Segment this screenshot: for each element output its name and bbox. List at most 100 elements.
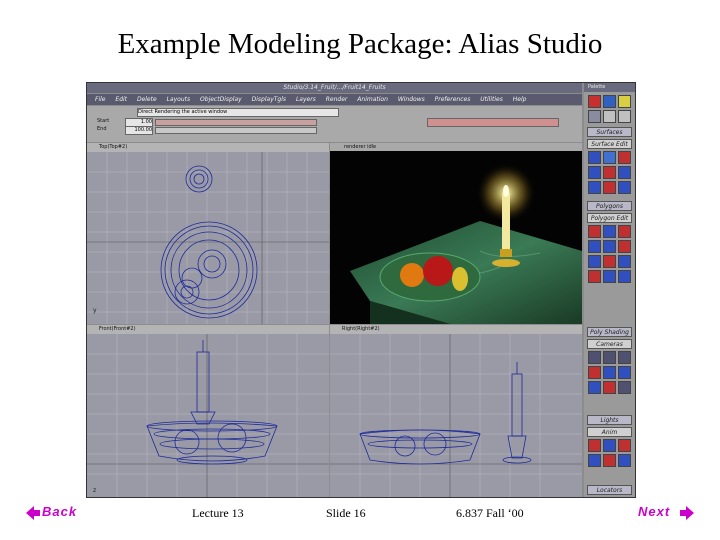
- palette-tool-icon[interactable]: [603, 225, 616, 238]
- palette-tool-icon[interactable]: [618, 166, 631, 179]
- palette-tool-icon[interactable]: [588, 240, 601, 253]
- slide-title: Example Modeling Package: Alias Studio: [117, 28, 603, 60]
- time-slider[interactable]: [155, 119, 317, 126]
- palette-tab-polygon-edit[interactable]: Polygon Edit: [587, 213, 632, 223]
- palette-tab-cameras[interactable]: Cameras: [587, 339, 632, 349]
- palette-tool-icon[interactable]: [603, 110, 616, 123]
- palette-tool-icon[interactable]: [588, 95, 601, 108]
- right-view[interactable]: Right(Right#2): [330, 325, 582, 497]
- range-slider[interactable]: [155, 127, 317, 134]
- palette-tool-icon[interactable]: [618, 351, 631, 364]
- palette-tool-icon[interactable]: [618, 439, 631, 452]
- palette-tool-icon[interactable]: [603, 255, 616, 268]
- course-label: 6.837 Fall ‘00: [456, 506, 524, 520]
- right-view-header: Right(Right#2): [330, 325, 582, 334]
- palette-tab-surfaces[interactable]: Surfaces: [587, 127, 632, 137]
- front-view[interactable]: Front(Front#2) z: [87, 325, 329, 497]
- tool-palette: Palette Surfaces Surface Edit Polygons P…: [584, 83, 635, 497]
- palette-tool-icon[interactable]: [588, 366, 601, 379]
- palette-tool-icon[interactable]: [618, 95, 631, 108]
- menu-utilities[interactable]: Utilities: [480, 96, 503, 103]
- palette-tool-icon[interactable]: [618, 181, 631, 194]
- palette-tool-icon[interactable]: [618, 240, 631, 253]
- start-label: Start: [97, 118, 110, 124]
- menu-preferences[interactable]: Preferences: [435, 96, 471, 103]
- menu-displaytgls[interactable]: DisplayTgls: [252, 96, 286, 103]
- svg-text:z: z: [93, 487, 96, 494]
- top-view-wireframe: y: [87, 152, 329, 324]
- palette-tool-icon[interactable]: [618, 255, 631, 268]
- polygon-edit-icons: [588, 225, 632, 283]
- frame-bar[interactable]: [427, 118, 559, 127]
- palette-tool-icon[interactable]: [588, 225, 601, 238]
- back-button[interactable]: Back: [24, 503, 84, 523]
- palette-tab-locators[interactable]: Locators: [587, 485, 632, 495]
- palette-tool-icon[interactable]: [588, 439, 601, 452]
- palette-tool-icon[interactable]: [603, 366, 616, 379]
- palette-tool-icon[interactable]: [588, 381, 601, 394]
- back-label: Back: [42, 504, 78, 519]
- palette-tool-icon[interactable]: [588, 255, 601, 268]
- palette-tool-icon[interactable]: [603, 95, 616, 108]
- menu-edit[interactable]: Edit: [115, 96, 127, 103]
- palette-tool-icon[interactable]: [603, 381, 616, 394]
- palette-tab-poly-shading[interactable]: Poly Shading: [587, 327, 632, 337]
- palette-tool-icon[interactable]: [618, 270, 631, 283]
- menu-windows[interactable]: Windows: [398, 96, 425, 103]
- palette-top-icons: [588, 95, 632, 123]
- palette-tool-icon[interactable]: [603, 151, 616, 164]
- rendered-scene: [330, 151, 582, 324]
- render-view-header: renderer idle: [330, 143, 582, 151]
- palette-tool-icon[interactable]: [618, 454, 631, 467]
- palette-tab-lights[interactable]: Lights: [587, 415, 632, 425]
- top-view-header: Top(Top#2): [87, 143, 329, 152]
- palette-tool-icon[interactable]: [588, 151, 601, 164]
- palette-tool-icon[interactable]: [588, 351, 601, 364]
- menu-bar: File Edit Delete Layouts ObjectDisplay D…: [87, 94, 582, 105]
- menu-help[interactable]: Help: [513, 96, 527, 103]
- menu-layouts[interactable]: Layouts: [167, 96, 191, 103]
- menu-delete[interactable]: Delete: [137, 96, 157, 103]
- palette-tool-icon[interactable]: [588, 270, 601, 283]
- lecture-label: Lecture 13: [192, 506, 244, 520]
- render-view[interactable]: renderer idle: [330, 143, 582, 324]
- palette-tool-icon[interactable]: [618, 225, 631, 238]
- palette-tool-icon[interactable]: [588, 110, 601, 123]
- next-arrow-icon: [680, 506, 694, 520]
- palette-tool-icon[interactable]: [618, 151, 631, 164]
- menu-objectdisplay[interactable]: ObjectDisplay: [200, 96, 242, 103]
- front-view-wireframe: z: [87, 334, 329, 497]
- palette-tool-icon[interactable]: [618, 381, 631, 394]
- palette-tab-surface-edit[interactable]: Surface Edit: [587, 139, 632, 149]
- palette-tool-icon[interactable]: [603, 181, 616, 194]
- palette-tool-icon[interactable]: [618, 110, 631, 123]
- palette-title: Palette: [584, 83, 635, 92]
- end-label: End: [97, 126, 107, 132]
- prompt-line: Direct Rendering the active window: [137, 108, 339, 117]
- svg-text:y: y: [93, 307, 97, 314]
- palette-tool-icon[interactable]: [588, 166, 601, 179]
- alias-studio-window: Studio/3.14_Fruit/.../Fruit14_Fruits Fil…: [86, 82, 636, 498]
- surface-edit-icons: [588, 151, 632, 194]
- palette-tool-icon[interactable]: [603, 351, 616, 364]
- next-button[interactable]: Next: [636, 503, 696, 523]
- palette-tool-icon[interactable]: [603, 240, 616, 253]
- palette-tool-icon[interactable]: [603, 270, 616, 283]
- palette-tool-icon[interactable]: [618, 366, 631, 379]
- menu-layers[interactable]: Layers: [296, 96, 316, 103]
- palette-tab-polygons[interactable]: Polygons: [587, 201, 632, 211]
- palette-tool-icon[interactable]: [588, 181, 601, 194]
- menu-file[interactable]: File: [95, 96, 105, 103]
- palette-tab-anim[interactable]: Anim: [587, 427, 632, 437]
- palette-tool-icon[interactable]: [603, 439, 616, 452]
- end-field[interactable]: 100.00: [125, 126, 153, 135]
- anim-icons: [588, 439, 632, 467]
- top-view[interactable]: Top(Top#2) y: [87, 143, 329, 324]
- menu-render[interactable]: Render: [326, 96, 348, 103]
- palette-tool-icon[interactable]: [603, 166, 616, 179]
- menu-animation[interactable]: Animation: [357, 96, 388, 103]
- right-view-wireframe: [330, 334, 582, 497]
- palette-tool-icon[interactable]: [588, 454, 601, 467]
- palette-tool-icon[interactable]: [603, 454, 616, 467]
- slide-number: Slide 16: [326, 506, 366, 520]
